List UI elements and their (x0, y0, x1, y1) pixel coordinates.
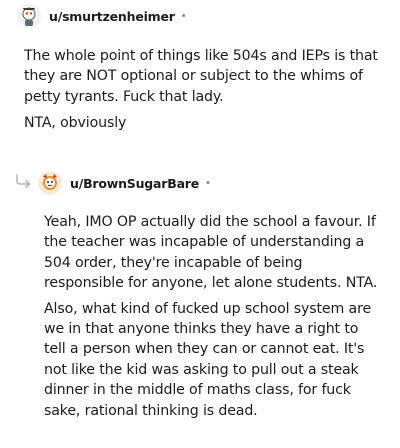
comment-paragraph: Also, what kind of fucked up school syst… (44, 300, 372, 419)
comment-2-body: Yeah, IMO OP actually did the school a f… (44, 212, 384, 421)
snoo-avatar-icon[interactable] (17, 4, 41, 28)
snoo-avatar-icon[interactable] (38, 171, 62, 195)
comment-2-header: u/BrownSugarBare • (38, 171, 211, 195)
comment-paragraph: The whole point of things like 504s and … (24, 48, 378, 105)
username[interactable]: u/smurtzenheimer (49, 9, 175, 24)
separator-dot: • (180, 10, 187, 22)
comment-paragraph: NTA, obviously (24, 115, 127, 132)
comment-paragraph: Yeah, IMO OP actually did the school a f… (44, 214, 378, 292)
separator-dot: • (205, 177, 211, 189)
comment-1-body: The whole point of things like 504s and … (24, 46, 384, 134)
comment-1-header: u/smurtzenheimer • (17, 4, 187, 28)
reply-arrow-icon (16, 174, 31, 188)
username[interactable]: u/BrownSugarBare (70, 176, 199, 191)
